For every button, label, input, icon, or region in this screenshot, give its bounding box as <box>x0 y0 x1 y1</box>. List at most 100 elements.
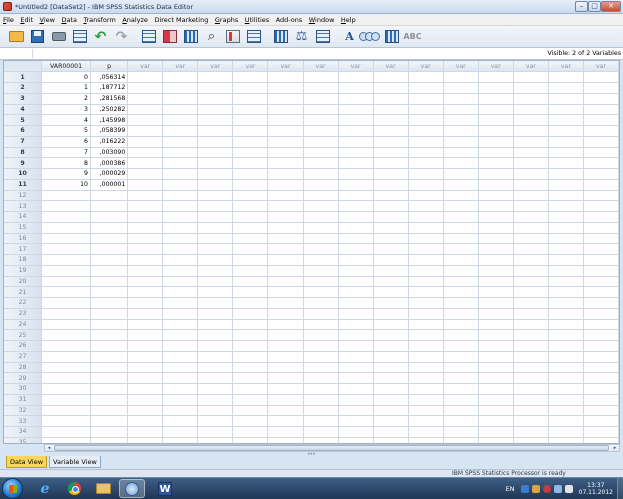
cell-empty[interactable] <box>478 319 514 331</box>
cell-empty[interactable] <box>127 179 164 191</box>
cell-p[interactable] <box>90 415 129 427</box>
cell-empty[interactable] <box>548 190 584 202</box>
cell-empty[interactable] <box>583 93 619 105</box>
cell-empty[interactable] <box>478 383 514 395</box>
cell-empty[interactable] <box>548 340 584 352</box>
cell-empty[interactable] <box>197 362 234 374</box>
cell-p[interactable] <box>90 319 129 331</box>
cell-empty[interactable] <box>267 383 304 395</box>
cell-empty[interactable] <box>127 265 164 277</box>
cell-empty[interactable] <box>232 157 269 169</box>
cell-empty[interactable] <box>513 276 549 288</box>
cell-empty[interactable] <box>548 426 584 438</box>
cell-empty[interactable] <box>162 329 199 341</box>
cell-empty[interactable] <box>232 147 269 159</box>
cell-p[interactable] <box>90 308 129 320</box>
cell-empty[interactable] <box>478 329 514 341</box>
cell-var00001[interactable]: 10 <box>41 179 91 191</box>
column-header-var[interactable]: var <box>232 61 269 73</box>
cell-empty[interactable] <box>267 426 304 438</box>
cell-var00001[interactable]: 6 <box>41 136 91 148</box>
cell-empty[interactable] <box>303 233 339 245</box>
cell-empty[interactable] <box>583 415 619 427</box>
row-number[interactable]: 28 <box>4 362 43 374</box>
cell-empty[interactable] <box>338 437 374 443</box>
cell-empty[interactable] <box>197 351 234 363</box>
cell-empty[interactable] <box>583 297 619 309</box>
cell-empty[interactable] <box>162 82 199 94</box>
cell-empty[interactable] <box>162 383 199 395</box>
cell-empty[interactable] <box>478 179 514 191</box>
cell-empty[interactable] <box>548 93 584 105</box>
row-number[interactable]: 4 <box>4 104 43 116</box>
cell-empty[interactable] <box>583 254 619 266</box>
cell-p[interactable]: ,250282 <box>90 104 129 116</box>
scroll-right-icon[interactable]: ▸ <box>611 445 619 451</box>
cell-empty[interactable] <box>267 340 304 352</box>
cell-empty[interactable] <box>513 179 549 191</box>
cell-empty[interactable] <box>548 351 584 363</box>
cell-p[interactable]: ,056314 <box>90 71 129 83</box>
row-number[interactable]: 21 <box>4 286 43 298</box>
cell-empty[interactable] <box>303 147 339 159</box>
cell-empty[interactable] <box>548 222 584 234</box>
cell-empty[interactable] <box>513 383 549 395</box>
cell-empty[interactable] <box>408 383 444 395</box>
cell-empty[interactable] <box>373 200 409 212</box>
cell-empty[interactable] <box>338 125 374 137</box>
cell-empty[interactable] <box>548 179 584 191</box>
cell-empty[interactable] <box>513 340 549 352</box>
cell-empty[interactable] <box>338 383 374 395</box>
cell-empty[interactable] <box>583 265 619 277</box>
cell-empty[interactable] <box>267 286 304 298</box>
cell-empty[interactable] <box>373 114 409 126</box>
cell-empty[interactable] <box>478 104 514 116</box>
cell-empty[interactable] <box>513 286 549 298</box>
cell-empty[interactable] <box>338 372 374 384</box>
row-number[interactable]: 6 <box>4 125 43 137</box>
cell-empty[interactable] <box>127 190 164 202</box>
splitter-grip-icon[interactable]: ••• <box>307 451 316 458</box>
cell-empty[interactable] <box>408 319 444 331</box>
cell-empty[interactable] <box>338 179 374 191</box>
cell-empty[interactable] <box>478 168 514 180</box>
cell-p[interactable] <box>90 276 129 288</box>
cell-empty[interactable] <box>267 114 304 126</box>
cell-empty[interactable] <box>232 415 269 427</box>
cell-empty[interactable] <box>338 211 374 223</box>
cell-empty[interactable] <box>232 211 269 223</box>
row-number[interactable]: 24 <box>4 319 43 331</box>
cell-empty[interactable] <box>338 233 374 245</box>
cell-empty[interactable] <box>338 340 374 352</box>
cell-empty[interactable] <box>232 394 269 406</box>
cell-empty[interactable] <box>513 200 549 212</box>
cell-empty[interactable] <box>548 168 584 180</box>
tray-volume-icon[interactable] <box>564 484 573 493</box>
menu-add-ons[interactable]: Add-ons <box>276 16 303 24</box>
cell-empty[interactable] <box>197 340 234 352</box>
cell-var00001[interactable]: 4 <box>41 114 91 126</box>
cell-empty[interactable] <box>373 82 409 94</box>
cell-empty[interactable] <box>408 93 444 105</box>
cell-empty[interactable] <box>162 415 199 427</box>
cell-empty[interactable] <box>232 308 269 320</box>
cell-empty[interactable] <box>232 200 269 212</box>
cell-empty[interactable] <box>267 211 304 223</box>
cell-empty[interactable] <box>513 222 549 234</box>
cell-empty[interactable] <box>548 233 584 245</box>
cell-empty[interactable] <box>232 437 269 443</box>
cell-empty[interactable] <box>267 125 304 137</box>
cell-empty[interactable] <box>408 125 444 137</box>
column-header-var[interactable]: var <box>443 61 479 73</box>
cell-empty[interactable] <box>303 308 339 320</box>
cell-empty[interactable] <box>338 265 374 277</box>
menu-view[interactable]: View <box>40 16 55 24</box>
cell-empty[interactable] <box>303 190 339 202</box>
cell-empty[interactable] <box>303 329 339 341</box>
cell-empty[interactable] <box>162 136 199 148</box>
cell-empty[interactable] <box>127 437 164 443</box>
cell-p[interactable]: ,000001 <box>90 179 129 191</box>
column-header-var[interactable]: var <box>303 61 339 73</box>
cell-empty[interactable] <box>127 329 164 341</box>
cell-empty[interactable] <box>232 340 269 352</box>
